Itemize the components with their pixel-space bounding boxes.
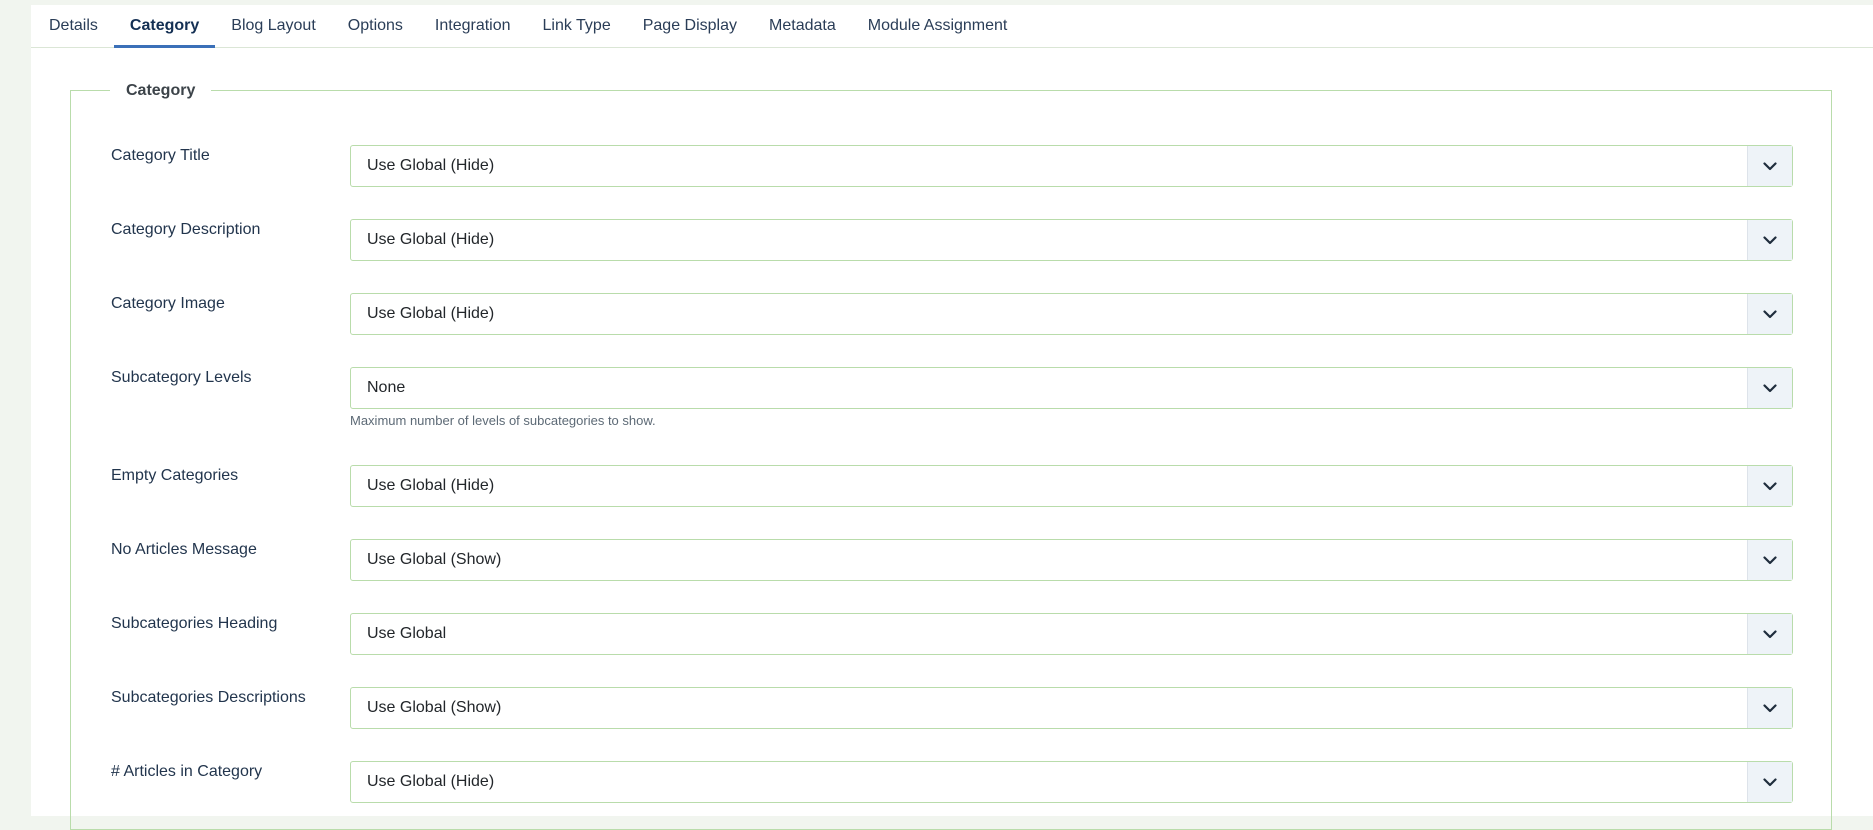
subcategory-levels-select[interactable]: None bbox=[350, 367, 1793, 409]
no-articles-message-label: No Articles Message bbox=[111, 541, 257, 558]
select-value: Use Global (Hide) bbox=[367, 157, 495, 174]
select-value: Use Global (Hide) bbox=[367, 231, 495, 248]
no-articles-message-select[interactable]: Use Global (Show) bbox=[350, 539, 1793, 581]
tab-page-display[interactable]: Page Display bbox=[627, 5, 753, 47]
subcategories-heading-select[interactable]: Use Global bbox=[350, 613, 1793, 655]
tab-details[interactable]: Details bbox=[33, 5, 114, 47]
category-image-select[interactable]: Use Global (Hide) bbox=[350, 293, 1793, 335]
empty-categories-label: Empty Categories bbox=[111, 467, 239, 484]
select-value: Use Global (Hide) bbox=[367, 477, 495, 494]
subcategory-levels-label: Subcategory Levels bbox=[111, 369, 252, 386]
subcategories-descriptions-select[interactable]: Use Global (Show) bbox=[350, 687, 1793, 729]
select-value: Use Global bbox=[367, 625, 447, 642]
chevron-down-icon bbox=[1747, 540, 1792, 580]
articles-in-category-select[interactable]: Use Global (Hide) bbox=[350, 761, 1793, 803]
articles-in-category-label: # Articles in Category bbox=[111, 763, 263, 780]
tab-metadata[interactable]: Metadata bbox=[753, 5, 852, 47]
tab-link-type[interactable]: Link Type bbox=[527, 5, 627, 47]
subcategory-levels-help-text: Maximum number of levels of subcategorie… bbox=[350, 413, 656, 428]
tab-bar: Details Category Blog Layout Options Int… bbox=[31, 5, 1873, 48]
tab-integration[interactable]: Integration bbox=[419, 5, 527, 47]
select-value: Use Global (Hide) bbox=[367, 773, 495, 790]
select-value: None bbox=[367, 379, 406, 396]
menu-item-edit-panel: Details Category Blog Layout Options Int… bbox=[31, 5, 1873, 830]
tab-module-assignment[interactable]: Module Assignment bbox=[852, 5, 1024, 47]
empty-categories-select[interactable]: Use Global (Hide) bbox=[350, 465, 1793, 507]
chevron-down-icon bbox=[1747, 294, 1792, 334]
select-value: Use Global (Hide) bbox=[367, 305, 495, 322]
category-image-label: Category Image bbox=[111, 295, 225, 312]
chevron-down-icon bbox=[1747, 762, 1792, 802]
chevron-down-icon bbox=[1747, 220, 1792, 260]
select-value: Use Global (Show) bbox=[367, 699, 502, 716]
chevron-down-icon bbox=[1747, 688, 1792, 728]
tab-options[interactable]: Options bbox=[332, 5, 419, 47]
category-title-label: Category Title bbox=[111, 147, 210, 164]
category-title-select[interactable]: Use Global (Hide) bbox=[350, 145, 1793, 187]
select-value: Use Global (Show) bbox=[367, 551, 502, 568]
subcategories-heading-label: Subcategories Heading bbox=[111, 615, 278, 632]
fieldset-legend: Category bbox=[110, 81, 212, 101]
tab-category[interactable]: Category bbox=[113, 5, 216, 48]
chevron-down-icon bbox=[1747, 368, 1792, 408]
category-description-label: Category Description bbox=[111, 221, 261, 238]
tab-blog-layout[interactable]: Blog Layout bbox=[215, 5, 332, 47]
category-fieldset: Category Category Title Use Global (Hide… bbox=[70, 81, 1832, 830]
chevron-down-icon bbox=[1747, 146, 1792, 186]
chevron-down-icon bbox=[1747, 614, 1792, 654]
category-description-select[interactable]: Use Global (Hide) bbox=[350, 219, 1793, 261]
chevron-down-icon bbox=[1747, 466, 1792, 506]
subcategories-descriptions-label: Subcategories Descriptions bbox=[111, 689, 306, 706]
